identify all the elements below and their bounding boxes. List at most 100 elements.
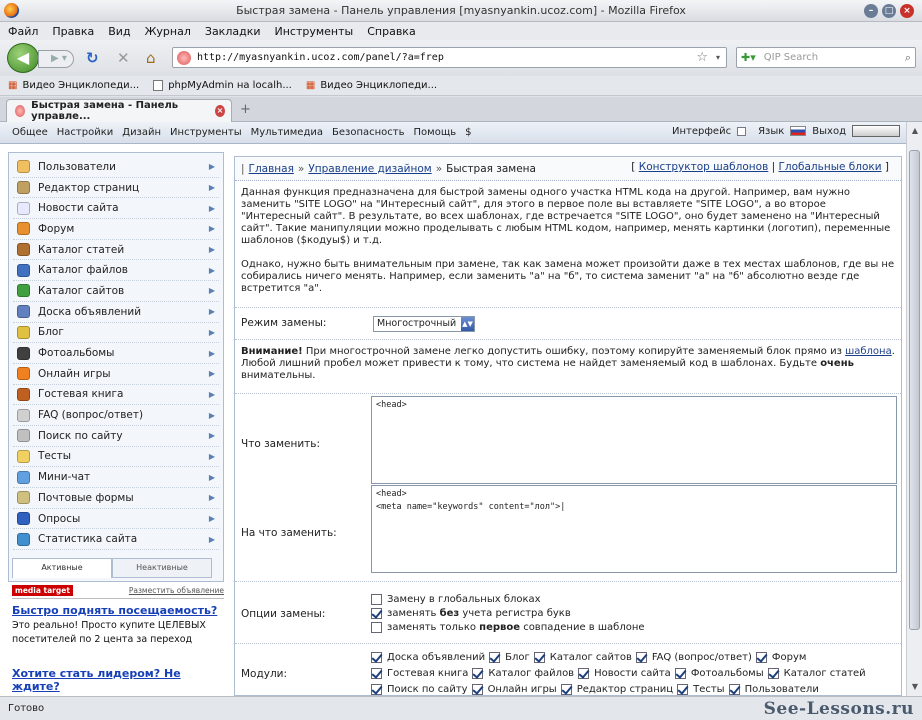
module-option[interactable]: Фотоальбомы <box>674 666 764 680</box>
module-option[interactable]: Каталог файлов <box>472 666 574 680</box>
option-global-blocks[interactable]: Замену в глобальных блоках <box>371 592 645 606</box>
sidebar-item[interactable]: Онлайн игры ▶ <box>13 364 219 385</box>
sidebar-item[interactable]: Доска объявлений ▶ <box>13 302 219 323</box>
module-option[interactable]: Поиск по сайту <box>371 682 468 695</box>
sidebar-item[interactable]: Каталог файлов ▶ <box>13 260 219 282</box>
close-tab-icon[interactable]: × <box>214 105 225 117</box>
checkbox[interactable] <box>489 651 501 663</box>
minimize-button[interactable]: – <box>864 4 878 18</box>
sidebar-item[interactable]: Редактор страниц ▶ <box>13 178 219 199</box>
sidebar-item[interactable]: Каталог статей ▶ <box>13 240 219 261</box>
module-option[interactable]: Каталог статей <box>767 666 866 680</box>
checkbox[interactable] <box>371 593 382 605</box>
url-text[interactable]: http://myasnyankin.ucoz.com/panel/?a=fre… <box>197 52 696 63</box>
menu-tools[interactable]: Инструменты <box>275 25 354 38</box>
menu-file[interactable]: Файл <box>8 25 38 38</box>
module-option[interactable]: FAQ (вопрос/ответ) <box>635 650 752 664</box>
topmenu-design[interactable]: Дизайн <box>122 127 161 138</box>
ad-place-link[interactable]: Разместить объявление <box>129 586 224 595</box>
select-arrow-icon[interactable]: ▲▼ <box>461 317 474 331</box>
address-bar[interactable]: http://myasnyankin.ucoz.com/panel/?a=fre… <box>172 47 727 68</box>
sidebar-item[interactable]: Каталог сайтов ▶ <box>13 281 219 302</box>
topmenu-help[interactable]: Помощь <box>414 127 457 138</box>
checkbox[interactable] <box>371 667 382 679</box>
module-option[interactable]: Гостевая книга <box>371 666 468 680</box>
bookmark-item[interactable]: ▦ Видео Энциклопеди... <box>306 80 437 91</box>
scroll-down-icon[interactable]: ▼ <box>910 682 920 691</box>
ad-headline-2[interactable]: Хотите стать лидером? Не ждите? <box>12 667 224 693</box>
sidebar-item[interactable]: Новости сайта ▶ <box>13 198 219 220</box>
breadcrumb-design[interactable]: Управление дизайном <box>308 163 431 175</box>
checkbox[interactable] <box>677 683 689 695</box>
sidebar-item[interactable]: Форум ▶ <box>13 219 219 240</box>
checkbox[interactable] <box>533 651 545 663</box>
menu-edit[interactable]: Правка <box>52 25 94 38</box>
module-option[interactable]: Доска объявлений <box>371 650 485 664</box>
module-option[interactable]: Блог <box>489 650 530 664</box>
sidebar-item[interactable]: Поиск по сайту ▶ <box>13 426 219 447</box>
sidebar-item[interactable]: Почтовые формы ▶ <box>13 488 219 509</box>
sidebar-item[interactable]: FAQ (вопрос/ответ) ▶ <box>13 405 219 426</box>
module-option[interactable]: Тесты <box>677 682 725 695</box>
stop-icon[interactable]: ✕ <box>117 50 130 66</box>
sidebar-item[interactable]: Тесты ▶ <box>13 447 219 468</box>
topmenu-general[interactable]: Общее <box>12 127 48 138</box>
ad-brand-logo[interactable]: media target <box>12 585 73 596</box>
bookmark-item[interactable]: ▦ Видео Энциклопеди... <box>8 80 139 91</box>
sidebar-item[interactable]: Гостевая книга ▶ <box>13 385 219 406</box>
reload-icon[interactable]: ↻ <box>86 50 99 66</box>
topmenu-multimedia[interactable]: Мультимедиа <box>251 127 323 138</box>
module-option[interactable]: Редактор страниц <box>560 682 673 695</box>
option-first-only[interactable]: заменять только первое совпадение в шабл… <box>371 620 645 634</box>
sidebar-item[interactable]: Мини-чат ▶ <box>13 467 219 488</box>
topmenu-tools[interactable]: Инструменты <box>170 127 242 138</box>
template-builder-link[interactable]: Конструктор шаблонов <box>639 161 769 173</box>
sidebar-item[interactable]: Статистика сайта ▶ <box>13 529 219 551</box>
breadcrumb-home[interactable]: Главная <box>249 163 294 175</box>
checkbox[interactable] <box>728 683 740 695</box>
maximize-button[interactable]: □ <box>882 4 896 18</box>
checkbox[interactable] <box>578 667 590 679</box>
tab-active-modules[interactable]: Активные <box>12 558 112 578</box>
module-option[interactable]: Пользователи <box>728 682 819 695</box>
checkbox[interactable] <box>472 667 484 679</box>
sidebar-item[interactable]: Фотоальбомы ▶ <box>13 343 219 364</box>
checkbox[interactable] <box>371 683 382 695</box>
search-engine-icon[interactable]: ✚▾ <box>741 51 756 64</box>
module-option[interactable]: Новости сайта <box>578 666 671 680</box>
menu-history[interactable]: Журнал <box>145 25 191 38</box>
template-link[interactable]: шаблона <box>845 346 892 357</box>
search-box[interactable]: ✚▾ QIP Search ⌕ <box>736 47 916 68</box>
close-button[interactable]: × <box>900 4 914 18</box>
checkbox[interactable] <box>560 683 572 695</box>
find-textarea[interactable]: <head> <box>371 396 897 484</box>
checkbox[interactable] <box>755 651 767 663</box>
bookmark-item[interactable]: phpMyAdmin на localh... <box>153 80 292 91</box>
replace-textarea[interactable]: <head> <meta name="keywords" content="ло… <box>371 485 897 573</box>
browser-tab[interactable]: Быстрая замена - Панель управле... × <box>6 99 232 122</box>
russian-flag-icon[interactable] <box>790 126 807 136</box>
global-blocks-link[interactable]: Глобальные блоки <box>778 161 881 173</box>
bookmark-star-icon[interactable]: ☆ <box>696 50 708 65</box>
url-dropdown-icon[interactable]: ▾ <box>716 53 720 62</box>
checkbox[interactable] <box>371 621 382 633</box>
scroll-up-icon[interactable]: ▲ <box>910 126 920 135</box>
sidebar-item[interactable]: Пользователи ▶ <box>13 157 219 178</box>
checkbox[interactable] <box>674 667 686 679</box>
menu-view[interactable]: Вид <box>108 25 130 38</box>
option-ignore-case[interactable]: заменять без учета регистра букв <box>371 606 645 620</box>
menu-bookmarks[interactable]: Закладки <box>205 25 261 38</box>
checkbox[interactable] <box>371 607 382 619</box>
sidebar-item[interactable]: Блог ▶ <box>13 323 219 344</box>
scroll-thumb[interactable] <box>909 150 920 630</box>
new-tab-button[interactable]: + <box>240 102 251 117</box>
checkbox[interactable] <box>635 651 647 663</box>
topmenu-settings[interactable]: Настройки <box>57 127 113 138</box>
interface-checkbox[interactable] <box>737 126 747 136</box>
topmenu-dollar[interactable]: $ <box>465 127 471 138</box>
topmenu-security[interactable]: Безопасность <box>332 127 405 138</box>
checkbox[interactable] <box>471 683 483 695</box>
vertical-scrollbar[interactable]: ▲ ▼ <box>906 122 922 696</box>
sidebar-item[interactable]: Опросы ▶ <box>13 509 219 530</box>
tab-inactive-modules[interactable]: Неактивные <box>112 558 212 578</box>
